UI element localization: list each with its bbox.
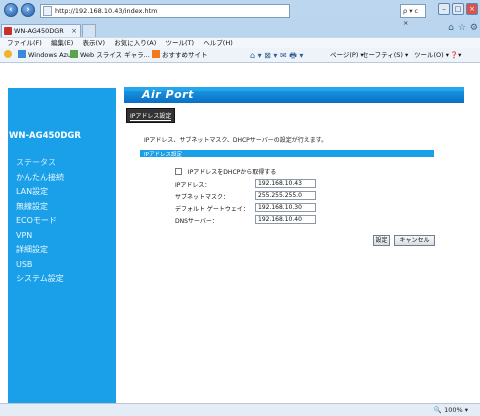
address-bar[interactable]: http://192.168.10.43/index.htm bbox=[40, 4, 290, 18]
suggested-sites-icon bbox=[152, 50, 160, 58]
menu-bar: ファイル(F) 編集(E) 表示(V) お気に入り(A) ツール(T) ヘルプ(… bbox=[0, 37, 480, 48]
back-button[interactable]: ‹ bbox=[4, 3, 18, 17]
minimize-button[interactable]: – bbox=[438, 3, 450, 15]
browser-window: ‹ › http://192.168.10.43/index.htm ρ ▾ c… bbox=[0, 0, 480, 416]
subnet-mask-label: サブネットマスク： bbox=[175, 194, 230, 201]
tools-menu[interactable]: ツール(O) ▾ bbox=[414, 50, 449, 61]
section-header: IPアドレス設定 bbox=[140, 150, 434, 158]
tab-close-icon[interactable]: × bbox=[71, 25, 77, 37]
dhcp-row: IPアドレスをDHCPから取得する bbox=[175, 167, 276, 176]
nav-easy-connect[interactable]: かんたん接続 bbox=[16, 171, 64, 186]
nav-status[interactable]: ステータス bbox=[16, 156, 64, 171]
maximize-button[interactable]: □ bbox=[452, 3, 464, 15]
forward-button[interactable]: › bbox=[21, 3, 35, 17]
airport-logo: Air Port bbox=[142, 88, 194, 101]
favicon-icon bbox=[4, 27, 12, 35]
browser-tab[interactable]: WN-AG450DGR × bbox=[1, 24, 81, 37]
settings-gear-icon[interactable]: ⚙ bbox=[470, 23, 478, 33]
router-nav: ステータス かんたん接続 LAN設定 無線設定 ECOモード VPN 詳細設定 … bbox=[16, 156, 64, 287]
nav-advanced[interactable]: 詳細設定 bbox=[16, 243, 64, 258]
new-tab-button[interactable] bbox=[82, 24, 96, 37]
favorites-star-icon[interactable] bbox=[4, 50, 14, 61]
cancel-button[interactable]: キャンセル bbox=[394, 235, 435, 246]
page-header: Air Port bbox=[124, 87, 464, 103]
device-name: WN-AG450DGR bbox=[9, 131, 81, 141]
dhcp-label: IPアドレスをDHCPから取得する bbox=[187, 169, 277, 176]
close-button[interactable]: × bbox=[466, 3, 478, 15]
title-bar: ‹ › http://192.168.10.43/index.htm ρ ▾ c… bbox=[0, 0, 480, 27]
web-page: WN-AG450DGR ステータス かんたん接続 LAN設定 無線設定 ECOモ… bbox=[0, 63, 480, 403]
ip-address-label: IPアドレス： bbox=[175, 182, 211, 189]
zoom-icon: 🔍 bbox=[433, 406, 442, 414]
gateway-label: デフォルト ゲートウェイ： bbox=[175, 206, 249, 213]
gateway-input[interactable]: 192.168.10.30 bbox=[255, 203, 316, 212]
subnet-mask-input[interactable]: 255.255.255.0 bbox=[255, 191, 316, 200]
browser-toolbar-icons: ⌂ ☆ ⚙ bbox=[448, 23, 478, 33]
windows-icon bbox=[18, 50, 26, 58]
apply-button[interactable]: 設定 bbox=[373, 235, 390, 246]
zoom-level: 100% bbox=[444, 406, 463, 414]
tab-ip-address-settings[interactable]: IPアドレス設定 bbox=[126, 108, 176, 123]
nav-lan-settings[interactable]: LAN設定 bbox=[16, 185, 64, 200]
dns-server-label: DNSサーバー： bbox=[175, 218, 218, 225]
web-slice-icon bbox=[70, 50, 78, 58]
favorite-web-slice[interactable]: Web スライス ギャラ... bbox=[70, 50, 150, 61]
nav-wireless-settings[interactable]: 無線設定 bbox=[16, 200, 64, 215]
page-menu[interactable]: ページ(P) ▾ bbox=[330, 50, 364, 61]
zoom-control[interactable]: 🔍 100% ▾ bbox=[434, 406, 468, 414]
favorite-suggested-sites[interactable]: おすすめサイト bbox=[152, 50, 208, 61]
dns-server-input[interactable]: 192.168.10.40 bbox=[255, 215, 316, 224]
nav-system[interactable]: システム設定 bbox=[16, 272, 64, 287]
command-icons[interactable]: ⌂ ▾ ⊠ ▾ ✉ 🖶 ▾ bbox=[250, 50, 303, 61]
nav-usb[interactable]: USB bbox=[16, 258, 64, 273]
page-description: IPアドレス、サブネットマスク、DHCPサーバーの設定が行えます。 bbox=[144, 137, 328, 144]
address-text: http://192.168.10.43/index.htm bbox=[55, 7, 158, 15]
page-icon bbox=[43, 6, 52, 16]
window-controls: – □ × bbox=[438, 3, 478, 17]
safety-menu[interactable]: セーフティ(S) ▾ bbox=[362, 50, 408, 61]
favorite-windows-azure[interactable]: Windows Azure bbox=[18, 50, 78, 61]
status-bar: 🔍 100% ▾ bbox=[0, 403, 480, 416]
address-tools[interactable]: ρ ▾ c × bbox=[400, 4, 426, 27]
favorites-bar: Windows Azure Web スライス ギャラ... おすすめサイト ⌂ … bbox=[0, 48, 480, 63]
dhcp-checkbox[interactable] bbox=[175, 168, 182, 175]
home-icon[interactable]: ⌂ bbox=[448, 23, 454, 33]
ip-address-input[interactable]: 192.168.10.43 bbox=[255, 179, 316, 188]
nav-vpn[interactable]: VPN bbox=[16, 229, 64, 244]
tab-title: WN-AG450DGR bbox=[14, 27, 64, 35]
favorites-star-icon[interactable]: ☆ bbox=[458, 23, 466, 33]
help-icon[interactable]: ❓▾ bbox=[450, 50, 461, 61]
nav-eco-mode[interactable]: ECOモード bbox=[16, 214, 64, 229]
